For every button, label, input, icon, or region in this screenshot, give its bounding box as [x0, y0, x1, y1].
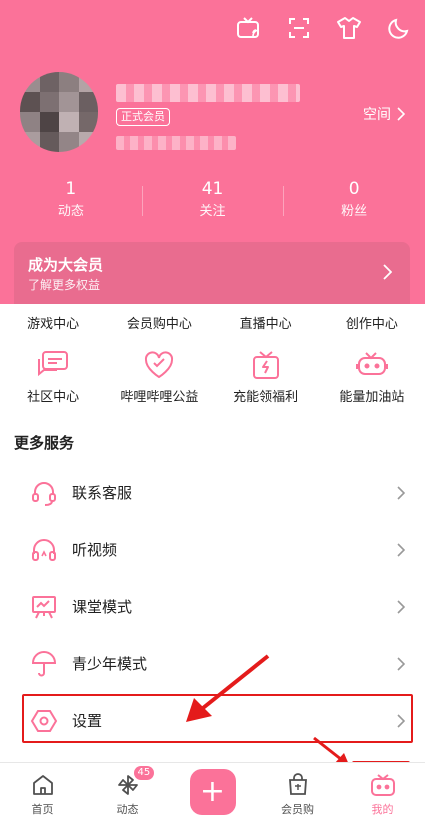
shopping-bag-icon — [286, 771, 310, 797]
nickname-blurred — [116, 84, 300, 102]
service-grid-row-1: 游戏中心 会员购中心 直播中心 创作中心 — [0, 313, 425, 332]
grid-item-charity[interactable]: 哔哩哔哩公益 — [106, 348, 212, 405]
member-badge: 正式会员 — [116, 108, 170, 126]
stat-label: 动态 — [57, 204, 84, 219]
stat-value: 41 — [201, 179, 224, 199]
umbrella-icon — [30, 650, 58, 678]
grid-item-community[interactable]: 社区中心 — [0, 348, 106, 405]
space-link[interactable]: 空间 — [363, 104, 405, 124]
tab-label: 首页 — [31, 803, 54, 816]
list-item-classroom-mode[interactable]: 课堂模式 — [0, 578, 425, 635]
space-link-label: 空间 — [363, 107, 391, 123]
scan-icon[interactable] — [285, 14, 313, 42]
headphones-icon — [30, 536, 58, 564]
profile-header: 正式会员 空间 1 动态 41 关注 0 粉丝 成为大会员 了解更多权益 — [0, 0, 425, 304]
list-item-label: 听视频 — [72, 541, 118, 559]
headset-icon — [30, 479, 58, 507]
user-info-blurred — [116, 136, 236, 150]
publish-plus-button[interactable]: + — [189, 769, 236, 815]
section-title-more-services: 更多服务 — [14, 434, 75, 452]
list-item-label: 联系客服 — [72, 484, 133, 502]
stat-label: 粉丝 — [341, 204, 368, 219]
grid-label: 哔哩哔哩公益 — [120, 390, 199, 405]
list-item-customer-service[interactable]: 联系客服 — [0, 464, 425, 521]
energy-tv-icon — [319, 348, 425, 382]
arrow-to-settings-icon — [186, 654, 270, 722]
stat-value: 0 — [348, 179, 360, 199]
tv-cast-icon[interactable] — [235, 14, 263, 42]
grid-item-creator-center[interactable]: 创作中心 — [319, 313, 425, 332]
tab-dynamic[interactable]: 45 动态 — [85, 763, 170, 822]
tab-publish[interactable]: + — [170, 763, 255, 822]
top-icon-bar — [235, 14, 413, 42]
stat-label: 关注 — [199, 204, 226, 219]
list-item-label: 课堂模式 — [72, 598, 133, 616]
chevron-right-icon — [397, 107, 405, 121]
vip-card[interactable]: 成为大会员 了解更多权益 — [14, 242, 410, 304]
chevron-right-icon — [397, 485, 405, 500]
grid-item-game-center[interactable]: 游戏中心 — [0, 313, 106, 332]
grid-label: 游戏中心 — [27, 317, 80, 332]
tab-shop[interactable]: 会员购 — [255, 763, 340, 822]
stats-bar: 1 动态 41 关注 0 粉丝 — [0, 176, 425, 222]
grid-label: 能量加油站 — [339, 390, 405, 405]
grid-label: 会员购中心 — [126, 317, 192, 332]
stat-fans[interactable]: 0 粉丝 — [283, 176, 425, 222]
bilibili-tv-icon — [370, 771, 396, 797]
grid-item-energy-station[interactable]: 能量加油站 — [319, 348, 425, 405]
grid-label: 直播中心 — [239, 317, 292, 332]
avatar[interactable] — [20, 72, 98, 152]
stat-following[interactable]: 41 关注 — [141, 176, 284, 222]
tab-home[interactable]: 首页 — [0, 763, 85, 822]
gift-icon — [213, 348, 319, 382]
tab-label: 我的 — [371, 803, 394, 816]
stat-dynamic[interactable]: 1 动态 — [0, 176, 142, 222]
chevron-right-icon — [397, 542, 405, 557]
vip-subtitle: 了解更多权益 — [28, 278, 101, 292]
grid-label: 充能领福利 — [233, 390, 299, 405]
chevron-right-icon — [383, 264, 392, 280]
classroom-icon — [30, 593, 58, 621]
list-item-listen-video[interactable]: 听视频 — [0, 521, 425, 578]
moon-icon[interactable] — [385, 14, 413, 42]
tshirt-icon[interactable] — [335, 14, 363, 42]
grid-item-charge-welfare[interactable]: 充能领福利 — [213, 348, 319, 405]
stat-value: 1 — [65, 179, 77, 199]
chat-icon — [0, 348, 106, 382]
home-icon — [31, 771, 55, 797]
dynamic-count-badge: 45 — [133, 766, 155, 780]
heart-icon — [106, 348, 212, 382]
grid-item-live-center[interactable]: 直播中心 — [213, 313, 319, 332]
tab-label: 动态 — [116, 803, 139, 816]
tab-label: 会员购 — [281, 803, 314, 816]
grid-label: 创作中心 — [345, 317, 398, 332]
grid-label: 社区中心 — [27, 390, 80, 405]
vip-title: 成为大会员 — [28, 256, 104, 274]
chevron-right-icon — [397, 599, 405, 614]
bottom-tab-bar: 首页 45 动态 + 会员购 我的 — [0, 762, 425, 822]
chevron-right-icon — [397, 656, 405, 671]
tab-mine[interactable]: 我的 — [340, 763, 425, 822]
service-grid-row-2: 社区中心 哔哩哔哩公益 充能领福利 能量加油站 — [0, 348, 425, 405]
grid-item-shop-center[interactable]: 会员购中心 — [106, 313, 212, 332]
